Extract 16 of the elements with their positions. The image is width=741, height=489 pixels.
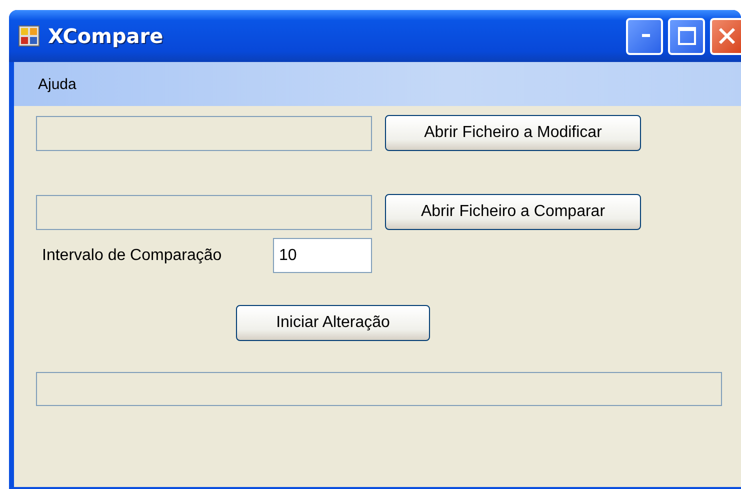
menu-item[interactable]: Ajuda	[30, 74, 84, 94]
interval-label: Intervalo de Comparação	[42, 246, 223, 264]
close-button[interactable]	[710, 18, 741, 54]
open-file-button[interactable]: Abrir Ficheiro a Comparar	[385, 194, 641, 230]
maximize-icon	[676, 26, 696, 46]
close-icon	[716, 26, 736, 46]
window-title: XCompare	[48, 24, 164, 48]
minimize-icon	[640, 34, 650, 38]
start-button[interactable]: Iniciar Alteração	[236, 305, 430, 341]
maximize-button[interactable]	[668, 18, 705, 54]
interval-field[interactable]: 10	[273, 238, 372, 273]
app-icon	[18, 25, 40, 47]
file-path-field[interactable]	[36, 194, 372, 230]
open-file-button[interactable]: Abrir Ficheiro a Modificar	[385, 115, 641, 151]
minimize-button[interactable]	[626, 18, 663, 54]
file-path-field[interactable]	[36, 116, 372, 150]
